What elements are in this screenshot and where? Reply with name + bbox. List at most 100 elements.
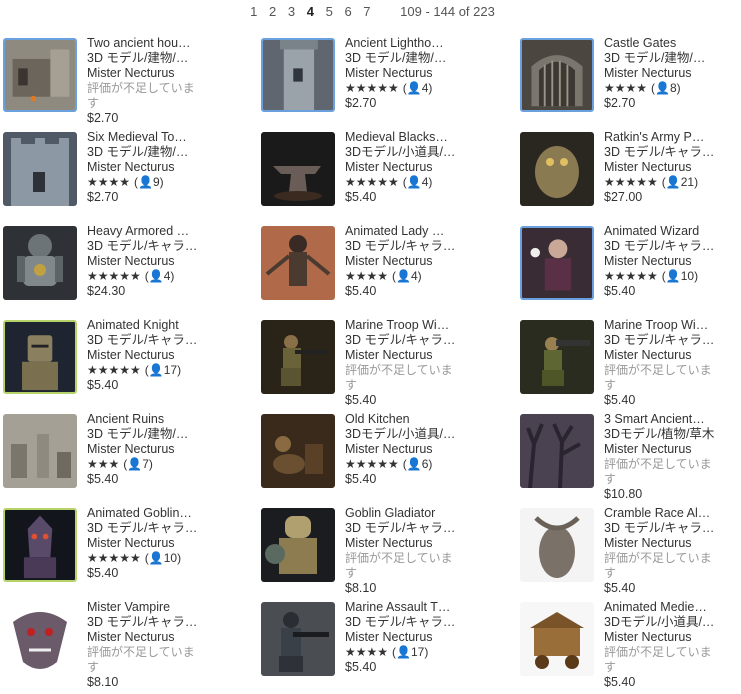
asset-publisher[interactable]: Mister Necturus bbox=[604, 536, 736, 551]
asset-category[interactable]: 3D モデル/建物/… bbox=[345, 51, 477, 66]
asset-card[interactable]: Heavy Armored … 3D モデル/キャラ… Mister Necturu… bbox=[3, 224, 261, 318]
asset-card[interactable]: Old Kitchen 3Dモデル/小道具/… Mister Necturus ★★★… bbox=[261, 412, 520, 506]
asset-publisher[interactable]: Mister Necturus bbox=[604, 630, 736, 645]
asset-publisher[interactable]: Mister Necturus bbox=[345, 536, 477, 551]
asset-card[interactable]: Cramble Race Al… 3D モデル/キャラ… Mister Nectur… bbox=[520, 506, 741, 600]
asset-category[interactable]: 3Dモデル/小道具/… bbox=[345, 427, 477, 442]
asset-publisher[interactable]: Mister Necturus bbox=[87, 630, 219, 645]
asset-thumbnail[interactable] bbox=[261, 132, 335, 206]
asset-card[interactable]: 3 Smart Ancient… 3Dモデル/植物/草木 Mister Nectur… bbox=[520, 412, 741, 506]
asset-publisher[interactable]: Mister Necturus bbox=[87, 160, 219, 175]
asset-publisher[interactable]: Mister Necturus bbox=[604, 66, 736, 81]
asset-category[interactable]: 3D モデル/キャラ… bbox=[604, 145, 736, 160]
asset-thumbnail[interactable] bbox=[261, 320, 335, 394]
asset-card[interactable]: Castle Gates 3D モデル/建物/… Mister Necturus ★★… bbox=[520, 36, 741, 130]
asset-category[interactable]: 3D モデル/キャラ… bbox=[345, 521, 477, 536]
asset-publisher[interactable]: Mister Necturus bbox=[345, 630, 477, 645]
asset-publisher[interactable]: Mister Necturus bbox=[604, 254, 736, 269]
asset-title[interactable]: Ratkin's Army P… bbox=[604, 130, 736, 145]
asset-title[interactable]: Mister Vampire bbox=[87, 600, 219, 615]
asset-title[interactable]: Ancient Lightho… bbox=[345, 36, 477, 51]
asset-thumbnail[interactable] bbox=[3, 508, 77, 582]
asset-card[interactable]: Ancient Lightho… 3D モデル/建物/… Mister Nectur… bbox=[261, 36, 520, 130]
asset-category[interactable]: 3D モデル/キャラ… bbox=[345, 615, 477, 630]
asset-publisher[interactable]: Mister Necturus bbox=[345, 160, 477, 175]
asset-category[interactable]: 3D モデル/建物/… bbox=[87, 427, 219, 442]
asset-thumbnail[interactable] bbox=[520, 508, 594, 582]
asset-title[interactable]: Animated Knight bbox=[87, 318, 219, 333]
asset-category[interactable]: 3D モデル/キャラ… bbox=[345, 333, 477, 348]
asset-title[interactable]: Medieval Blacks… bbox=[345, 130, 477, 145]
asset-title[interactable]: 3 Smart Ancient… bbox=[604, 412, 736, 427]
asset-card[interactable]: Six Medieval To… 3D モデル/建物/… Mister Nectur… bbox=[3, 130, 261, 224]
asset-publisher[interactable]: Mister Necturus bbox=[87, 66, 219, 81]
asset-publisher[interactable]: Mister Necturus bbox=[87, 348, 219, 363]
asset-card[interactable]: Animated Lady … 3D モデル/キャラ… Mister Necturu… bbox=[261, 224, 520, 318]
asset-category[interactable]: 3D モデル/キャラ… bbox=[345, 239, 477, 254]
asset-title[interactable]: Goblin Gladiator bbox=[345, 506, 477, 521]
asset-publisher[interactable]: Mister Necturus bbox=[604, 442, 736, 457]
asset-publisher[interactable]: Mister Necturus bbox=[87, 442, 219, 457]
asset-card[interactable]: Marine Troop Wi… 3D モデル/キャラ… Mister Nectur… bbox=[520, 318, 741, 412]
asset-thumbnail[interactable] bbox=[3, 226, 77, 300]
asset-thumbnail[interactable] bbox=[261, 38, 335, 112]
asset-thumbnail[interactable] bbox=[3, 132, 77, 206]
asset-card[interactable]: Goblin Gladiator 3D モデル/キャラ… Mister Nectur… bbox=[261, 506, 520, 600]
asset-thumbnail[interactable] bbox=[520, 320, 594, 394]
asset-title[interactable]: Animated Wizard bbox=[604, 224, 736, 239]
asset-card[interactable]: Two ancient hou… 3D モデル/建物/… Mister Nectur… bbox=[3, 36, 261, 130]
asset-thumbnail[interactable] bbox=[520, 38, 594, 112]
asset-publisher[interactable]: Mister Necturus bbox=[604, 160, 736, 175]
page-link-3[interactable]: 3 bbox=[288, 4, 295, 19]
page-link-6[interactable]: 6 bbox=[344, 4, 351, 19]
asset-card[interactable]: Animated Goblin… 3D モデル/キャラ… Mister Nectur… bbox=[3, 506, 261, 600]
asset-title[interactable]: Marine Assault T… bbox=[345, 600, 477, 615]
asset-title[interactable]: Marine Troop Wi… bbox=[345, 318, 477, 333]
asset-publisher[interactable]: Mister Necturus bbox=[345, 254, 477, 269]
asset-thumbnail[interactable] bbox=[3, 38, 77, 112]
asset-thumbnail[interactable] bbox=[520, 602, 594, 676]
asset-card[interactable]: Animated Knight 3D モデル/キャラ… Mister Necturu… bbox=[3, 318, 261, 412]
asset-card[interactable]: Mister Vampire 3D モデル/キャラ… Mister Necturus… bbox=[3, 600, 261, 694]
asset-category[interactable]: 3D モデル/建物/… bbox=[604, 51, 736, 66]
asset-thumbnail[interactable] bbox=[520, 226, 594, 300]
asset-card[interactable]: Ancient Ruins 3D モデル/建物/… Mister Necturus ★… bbox=[3, 412, 261, 506]
asset-title[interactable]: Six Medieval To… bbox=[87, 130, 219, 145]
asset-title[interactable]: Marine Troop Wi… bbox=[604, 318, 736, 333]
asset-category[interactable]: 3Dモデル/小道具/… bbox=[345, 145, 477, 160]
asset-publisher[interactable]: Mister Necturus bbox=[345, 442, 477, 457]
asset-title[interactable]: Old Kitchen bbox=[345, 412, 477, 427]
asset-title[interactable]: Animated Goblin… bbox=[87, 506, 219, 521]
asset-category[interactable]: 3D モデル/キャラ… bbox=[604, 521, 736, 536]
asset-thumbnail[interactable] bbox=[520, 132, 594, 206]
asset-thumbnail[interactable] bbox=[261, 508, 335, 582]
asset-thumbnail[interactable] bbox=[3, 602, 77, 676]
asset-publisher[interactable]: Mister Necturus bbox=[345, 348, 477, 363]
asset-card[interactable]: Medieval Blacks… 3Dモデル/小道具/… Mister Nectur… bbox=[261, 130, 520, 224]
asset-card[interactable]: Marine Assault T… 3D モデル/キャラ… Mister Nectu… bbox=[261, 600, 520, 694]
asset-category[interactable]: 3D モデル/建物/… bbox=[87, 145, 219, 160]
asset-title[interactable]: Two ancient hou… bbox=[87, 36, 219, 51]
asset-publisher[interactable]: Mister Necturus bbox=[87, 254, 219, 269]
asset-card[interactable]: Marine Troop Wi… 3D モデル/キャラ… Mister Nectur… bbox=[261, 318, 520, 412]
page-link-2[interactable]: 2 bbox=[269, 4, 276, 19]
asset-category[interactable]: 3D モデル/キャラ… bbox=[87, 521, 219, 536]
asset-title[interactable]: Ancient Ruins bbox=[87, 412, 219, 427]
asset-category[interactable]: 3D モデル/キャラ… bbox=[87, 239, 219, 254]
asset-publisher[interactable]: Mister Necturus bbox=[345, 66, 477, 81]
page-link-1[interactable]: 1 bbox=[250, 4, 257, 19]
asset-title[interactable]: Animated Lady … bbox=[345, 224, 477, 239]
asset-thumbnail[interactable] bbox=[520, 414, 594, 488]
asset-thumbnail[interactable] bbox=[3, 414, 77, 488]
asset-category[interactable]: 3Dモデル/植物/草木 bbox=[604, 427, 736, 442]
asset-title[interactable]: Animated Medie… bbox=[604, 600, 736, 615]
asset-category[interactable]: 3D モデル/キャラ… bbox=[604, 333, 736, 348]
asset-title[interactable]: Cramble Race Al… bbox=[604, 506, 736, 521]
asset-title[interactable]: Castle Gates bbox=[604, 36, 736, 51]
asset-thumbnail[interactable] bbox=[261, 414, 335, 488]
asset-publisher[interactable]: Mister Necturus bbox=[87, 536, 219, 551]
asset-category[interactable]: 3D モデル/キャラ… bbox=[87, 333, 219, 348]
asset-category[interactable]: 3D モデル/建物/… bbox=[87, 51, 219, 66]
asset-card[interactable]: Animated Wizard 3D モデル/キャラ… Mister Necturu… bbox=[520, 224, 741, 318]
asset-card[interactable]: Ratkin's Army P… 3D モデル/キャラ… Mister Nectur… bbox=[520, 130, 741, 224]
